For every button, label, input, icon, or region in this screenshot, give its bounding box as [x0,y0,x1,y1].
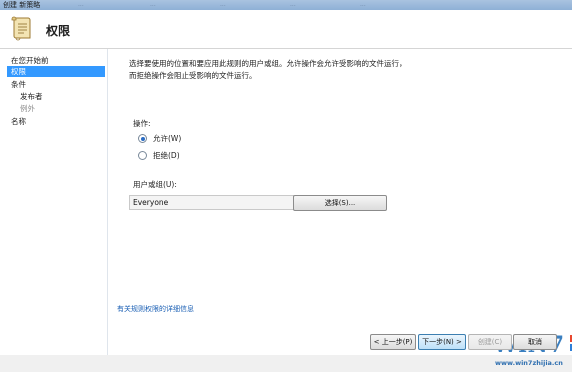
sidebar-item-publisher[interactable]: 发布者 [20,91,43,102]
sidebar-item-conditions[interactable]: 条件 [11,79,26,90]
create-button: 创建(C) [468,334,512,350]
sidebar-item-name[interactable]: 名称 [11,116,26,127]
permissions-description: 选择要使用的位置和要应用此规则的用户或组。允许操作会允许受影响的文件运行，而拒绝… [129,59,407,80]
sidebar-item-before-you-begin[interactable]: 在您开始前 [11,55,49,66]
window-title: 创建 新策略 [3,1,41,9]
select-user-button[interactable]: 选择(S)... [293,195,387,211]
background-tab: ... [290,1,296,8]
window-titlebar[interactable]: 创建 新策略 ... ... ... ... ... [0,0,572,10]
deny-radio-option[interactable]: 拒绝(D) [138,150,180,161]
scroll-document-icon [11,16,31,41]
allow-radio-option[interactable]: 允许(W) [138,133,181,144]
background-tab: ... [360,1,366,8]
more-info-link[interactable]: 有关规则权限的详细信息 [117,304,194,314]
deny-radio-button[interactable] [138,151,147,160]
user-group-label: 用户或组(U): [133,180,177,189]
background-tab: ... [150,1,156,8]
page-title: 权限 [46,24,71,38]
user-group-field[interactable]: Everyone [129,195,294,210]
wizard-content: 选择要使用的位置和要应用此规则的用户或组。允许操作会允许受影响的文件运行，而拒绝… [108,49,572,367]
deny-radio-label: 拒绝(D) [153,151,180,160]
next-button[interactable]: 下一步(N) > [418,334,466,350]
background-tab: ... [78,1,84,8]
cancel-button[interactable]: 取消 [513,334,557,350]
allow-radio-button[interactable] [138,134,147,143]
wizard-steps-sidebar: 在您开始前 权限 条件 发布者 例外 名称 [0,49,108,355]
sidebar-item-exceptions: 例外 [20,104,35,113]
action-label: 操作: [133,119,151,128]
allow-radio-label: 允许(W) [153,134,182,143]
watermark-url: www.win7zhijia.cn [495,359,563,367]
sidebar-item-permissions[interactable]: 权限 [7,66,105,77]
wizard-header: 权限 [0,10,572,49]
back-button[interactable]: < 上一步(P) [370,334,416,350]
background-tab: ... [220,1,226,8]
